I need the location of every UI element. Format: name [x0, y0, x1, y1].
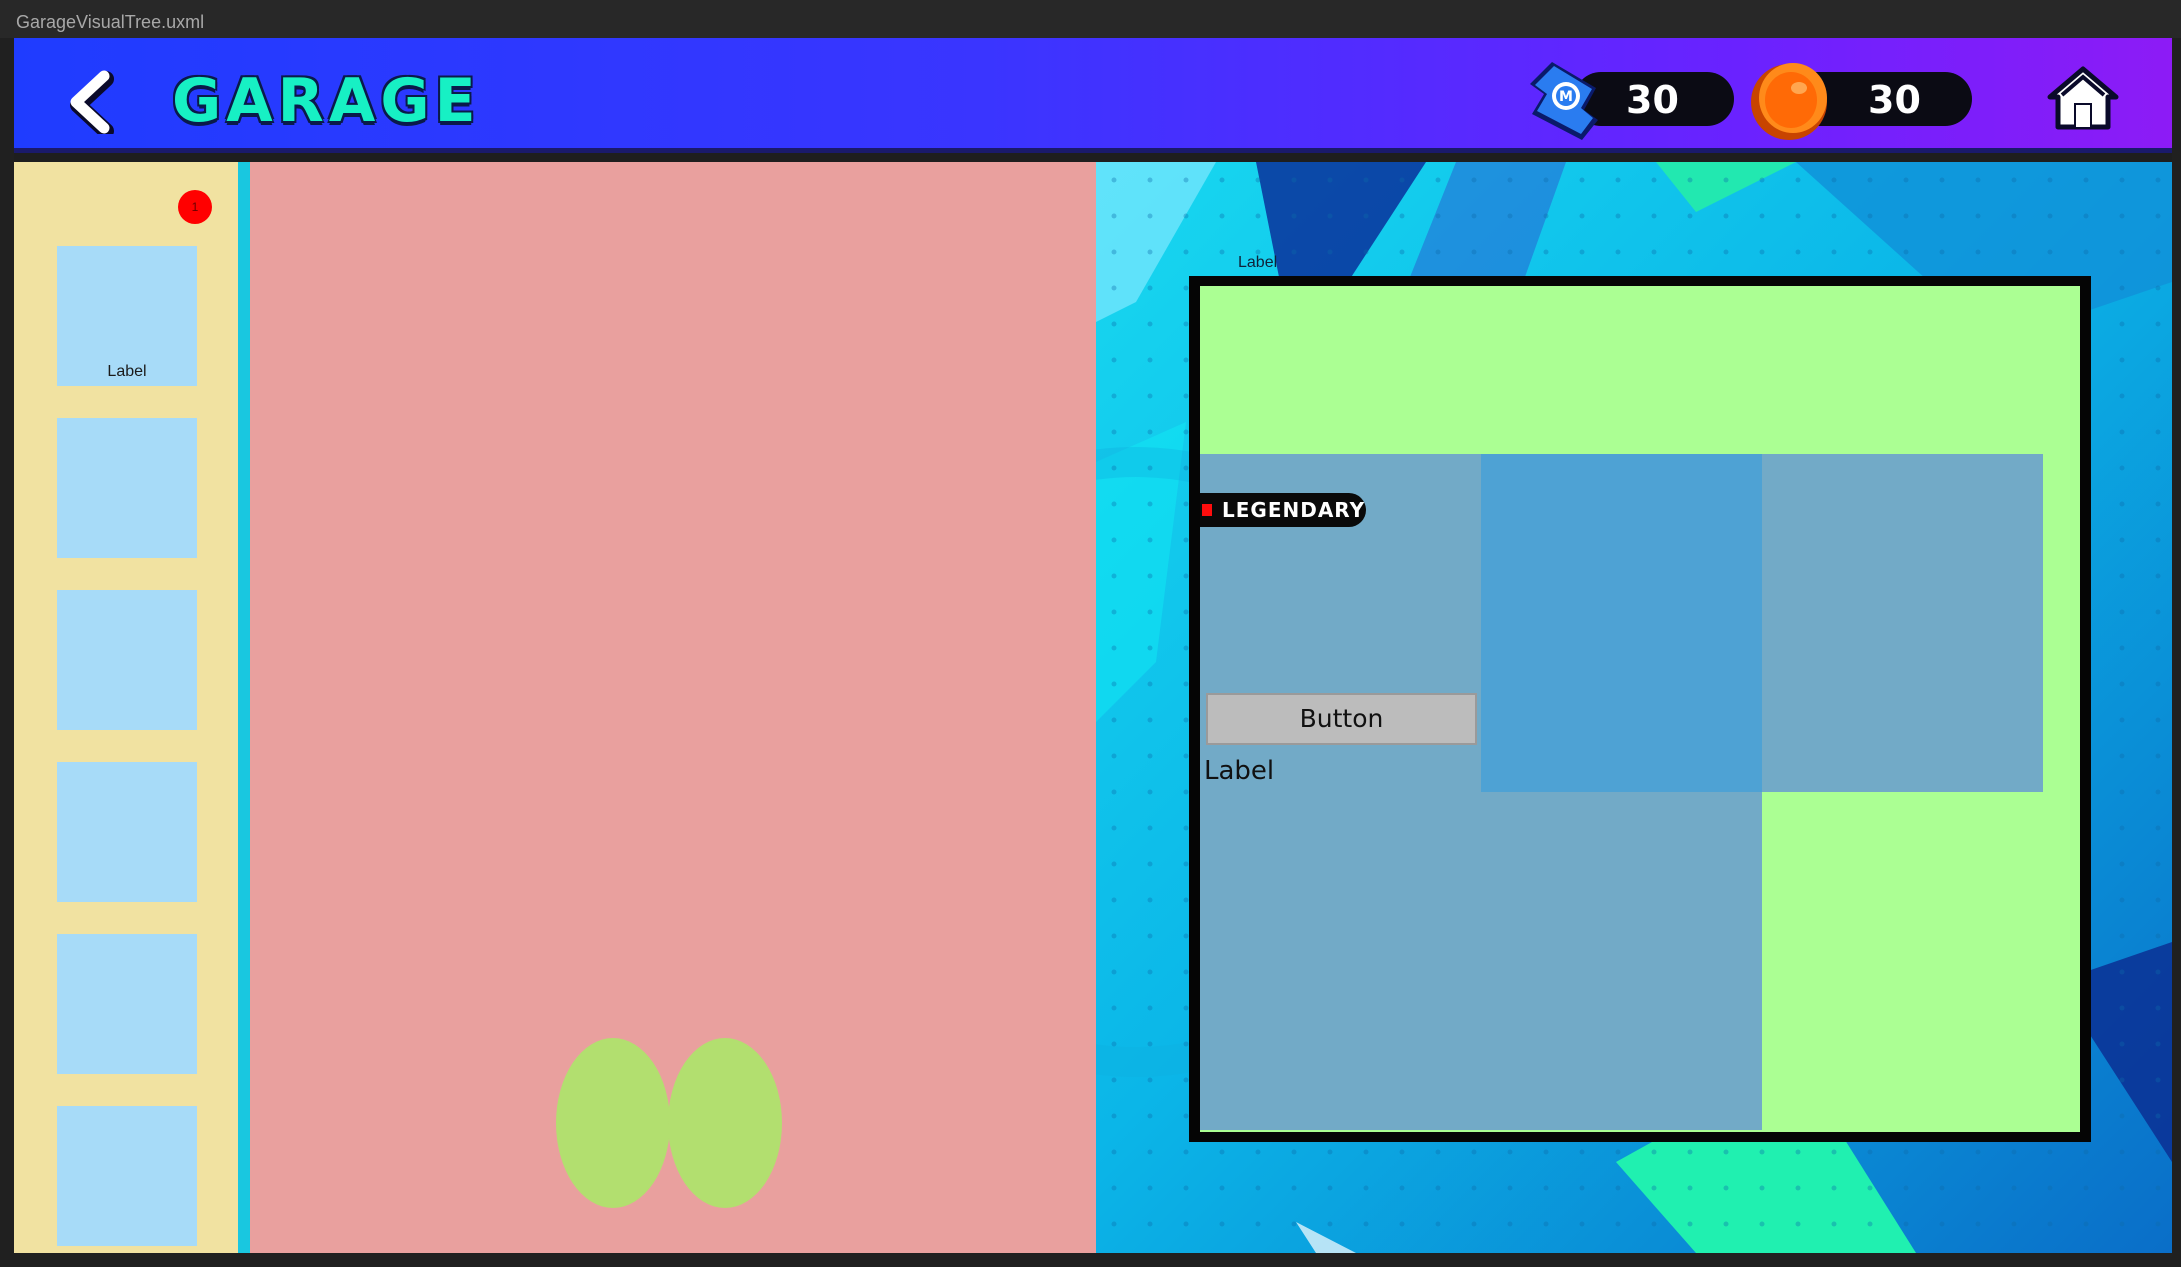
coin-amount: 30	[1868, 78, 1921, 122]
vehicle-slot-6[interactable]	[57, 1106, 197, 1246]
wheel-right	[668, 1038, 782, 1208]
notification-badge: 1	[178, 190, 212, 224]
grid-cell-5[interactable]	[1481, 792, 1762, 1130]
rarity-text: LEGENDARY	[1222, 498, 1366, 522]
top-bar: GARAGE 30 M 30	[14, 38, 2172, 153]
wheel-left	[556, 1038, 670, 1208]
sidebar-divider	[238, 162, 250, 1253]
page-title: GARAGE	[172, 66, 481, 136]
ticket-amount: 30	[1626, 78, 1679, 122]
ticket-icon: M	[1524, 58, 1610, 144]
grid-cell-2[interactable]	[1481, 454, 1762, 792]
cell-label: Label	[1204, 756, 1275, 786]
vehicle-slot-4[interactable]	[57, 762, 197, 902]
vehicle-sidebar: Label 1	[14, 162, 238, 1253]
slot-label: Label	[107, 363, 147, 380]
vehicle-preview	[250, 162, 1096, 1253]
panel-header-label: Label	[1238, 254, 1278, 271]
grid-cell-3[interactable]	[1762, 454, 2043, 792]
vehicle-slot-1[interactable]: Label	[57, 246, 197, 386]
window-title: GarageVisualTree.uxml	[0, 0, 2181, 38]
vehicle-slot-3[interactable]	[57, 590, 197, 730]
cell-action-button[interactable]: Button	[1206, 693, 1477, 745]
vehicle-slot-5[interactable]	[57, 934, 197, 1074]
coin-icon	[1747, 58, 1831, 142]
garage-viewport: GARAGE 30 M 30 Label 1 Label LEGENDARY B…	[14, 38, 2172, 1253]
rarity-tag: LEGENDARY	[1200, 493, 1366, 527]
back-arrow-icon[interactable]	[60, 70, 124, 139]
grid-cell-4[interactable]	[1200, 792, 1481, 1130]
rarity-marker	[1202, 504, 1212, 516]
svg-text:M: M	[1559, 89, 1573, 105]
home-icon[interactable]	[2046, 65, 2120, 131]
vehicle-slot-2[interactable]	[57, 418, 197, 558]
